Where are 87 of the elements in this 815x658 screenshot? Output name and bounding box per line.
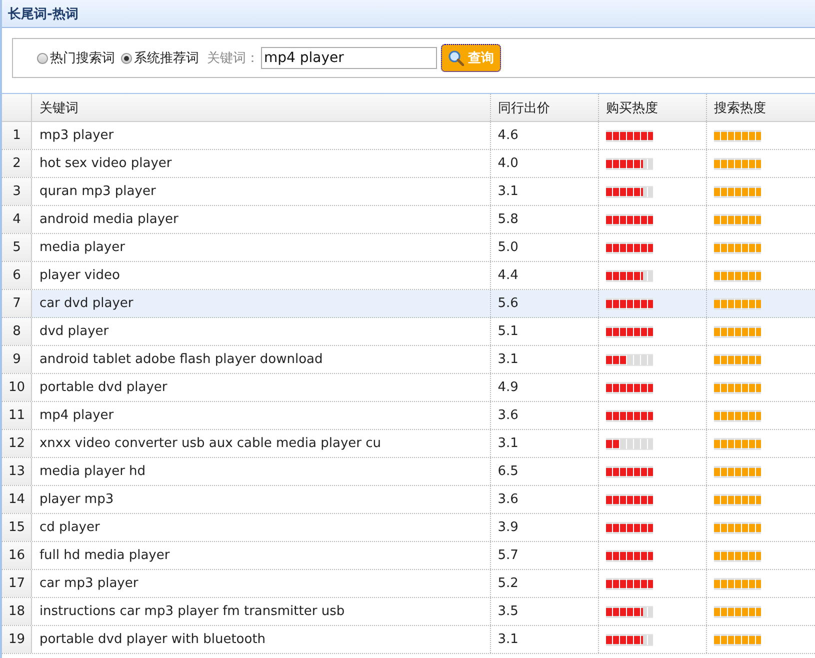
row-number: 17 <box>2 570 32 597</box>
keyword-cell: portable dvd player <box>32 374 491 401</box>
row-number: 2 <box>2 150 32 177</box>
keyword-cell: quran mp3 player <box>32 178 491 205</box>
row-number: 12 <box>2 430 32 457</box>
table-row[interactable]: 16 full hd media player 5.7 <box>2 542 815 570</box>
row-number: 3 <box>2 178 32 205</box>
table-row[interactable]: 18 instructions car mp3 player fm transmitter usb 3.5 <box>2 598 815 626</box>
row-number: 5 <box>2 234 32 261</box>
keyword-cell: player video <box>32 262 491 289</box>
row-number: 1 <box>2 122 32 149</box>
bid-cell: 5.7 <box>490 542 599 569</box>
row-number: 16 <box>2 542 32 569</box>
header-cell: 购买热度 <box>598 94 707 121</box>
row-number: 4 <box>2 206 32 233</box>
keyword-cell: car mp3 player <box>32 570 491 597</box>
header-cell: 关键词 <box>32 94 491 121</box>
keyword-cell: hot sex video player <box>32 150 491 177</box>
keyword-cell: mp3 player <box>32 122 491 149</box>
keyword-cell: mp4 player <box>32 402 491 429</box>
bid-cell: 3.6 <box>490 402 599 429</box>
keyword-cell: media player hd <box>32 458 491 485</box>
row-number: 13 <box>2 458 32 485</box>
table-row[interactable]: 9 android tablet adobe flash player download 3.1 <box>2 346 815 374</box>
table-row[interactable]: 13 media player hd 6.5 <box>2 458 815 486</box>
table-row[interactable]: 2 hot sex video player 4.0 <box>2 150 815 178</box>
table-row[interactable]: 7 car dvd player 5.6 <box>2 290 815 318</box>
table-row[interactable]: 17 car mp3 player 5.2 <box>2 570 815 598</box>
keyword-cell: media player <box>32 234 491 261</box>
table-row[interactable]: 14 player mp3 3.6 <box>2 486 815 514</box>
bid-cell: 3.5 <box>490 598 599 625</box>
keyword-input[interactable]: mp4 player <box>261 47 437 69</box>
table-row[interactable]: 5 media player 5.0 <box>2 234 815 262</box>
bid-cell: 3.1 <box>490 178 599 205</box>
bid-cell: 3.1 <box>490 626 599 653</box>
keyword-cell: full hd media player <box>32 542 491 569</box>
table-row[interactable]: 12 xnxx video converter usb aux cable media player cu 3.1 <box>2 430 815 458</box>
bid-cell: 5.6 <box>490 290 599 317</box>
row-number: 7 <box>2 290 32 317</box>
row-number: 8 <box>2 318 32 345</box>
keyword-cell: cd player <box>32 514 491 541</box>
row-number: 9 <box>2 346 32 373</box>
bid-cell: 4.9 <box>490 374 599 401</box>
row-number: 19 <box>2 626 32 653</box>
table-row[interactable]: 8 dvd player 5.1 <box>2 318 815 346</box>
bid-cell: 5.1 <box>490 318 599 345</box>
table-row[interactable]: 15 cd player 3.9 <box>2 514 815 542</box>
keyword-cell: player mp3 <box>32 486 491 513</box>
bid-cell: 4.6 <box>490 122 599 149</box>
bid-cell: 3.1 <box>490 430 599 457</box>
bid-cell: 4.0 <box>490 150 599 177</box>
search-icon <box>448 50 464 66</box>
keyword-cell: xnxx video converter usb aux cable media player cu <box>32 430 491 457</box>
row-number: 18 <box>2 598 32 625</box>
row-number: 15 <box>2 514 32 541</box>
row-number: 11 <box>2 402 32 429</box>
keyword-label: 关键词： <box>207 50 259 67</box>
bid-cell: 5.0 <box>490 234 599 261</box>
row-number: 14 <box>2 486 32 513</box>
keyword-cell: android tablet adobe flash player download <box>32 346 491 373</box>
radio-option[interactable]: 热门搜索词 <box>37 49 115 67</box>
table-row[interactable]: 11 mp4 player 3.6 <box>2 402 815 430</box>
table-row[interactable]: 19 portable dvd player with bluetooth 3.1 <box>2 626 815 654</box>
header-cell: 同行出价 <box>490 94 599 121</box>
radio-icon[interactable] <box>121 52 132 64</box>
bid-cell: 3.6 <box>490 486 599 513</box>
bid-cell: 4.4 <box>490 262 599 289</box>
header-cell-text: 搜索热度 <box>712 100 767 118</box>
keyword-cell: portable dvd player with bluetooth <box>32 626 491 653</box>
keyword-cell: dvd player <box>32 318 491 345</box>
row-number: 6 <box>2 262 32 289</box>
radio-icon[interactable] <box>37 52 48 64</box>
keyword-cell: instructions car mp3 player fm transmitter usb <box>32 598 491 625</box>
radio-option[interactable]: 系统推荐词 <box>121 49 199 67</box>
bid-cell: 5.2 <box>490 570 599 597</box>
bid-cell: 6.5 <box>490 458 599 485</box>
bid-cell: 3.9 <box>490 514 599 541</box>
table-row[interactable]: 3 quran mp3 player 3.1 <box>2 178 815 206</box>
row-number: 10 <box>2 374 32 401</box>
bid-cell: 3.1 <box>490 346 599 373</box>
window-title: 长尾词-热词 <box>8 6 78 22</box>
table-row[interactable]: 4 android media player 5.8 <box>2 206 815 234</box>
keyword-cell: android media player <box>32 206 491 233</box>
keyword-cell: car dvd player <box>32 290 491 317</box>
table-row[interactable]: 1 mp3 player 4.6 <box>2 122 815 150</box>
table-row[interactable]: 10 portable dvd player 4.9 <box>2 374 815 402</box>
bid-cell: 5.8 <box>490 206 599 233</box>
